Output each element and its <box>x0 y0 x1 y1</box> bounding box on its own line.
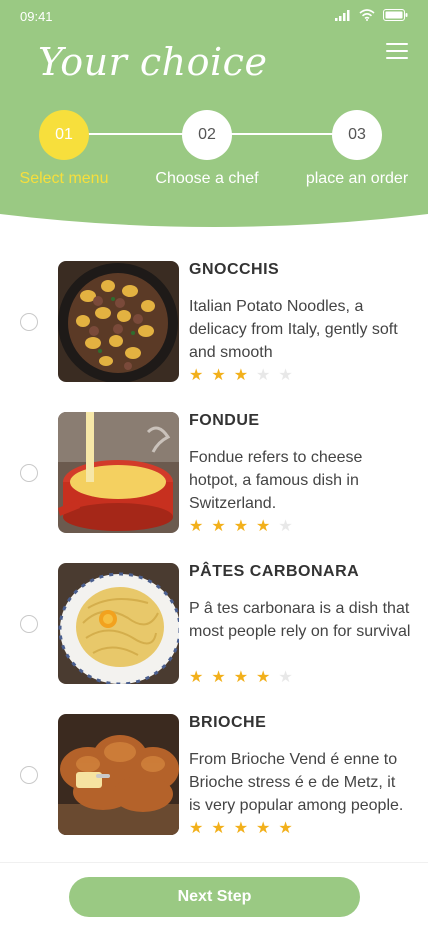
dish-item[interactable]: GNOCCHIS Italian Potato Noodles, a delic… <box>0 261 428 391</box>
star-filled-icon: ★ <box>189 820 204 837</box>
star-empty-icon: ★ <box>256 367 271 384</box>
star-empty-icon: ★ <box>278 367 293 384</box>
status-bar: 09:41 <box>0 0 428 32</box>
dish-radio[interactable] <box>20 766 38 784</box>
dish-item[interactable]: PÂTES CARBONARA P â tes carbonara is a d… <box>0 563 428 693</box>
star-filled-icon: ★ <box>256 669 271 686</box>
footer: Next Step <box>0 862 428 926</box>
step-2-label: Choose a chef <box>155 170 259 187</box>
star-filled-icon: ★ <box>233 518 249 535</box>
step-2-indicator[interactable]: 02 <box>182 110 232 160</box>
star-filled-icon: ★ <box>211 518 226 535</box>
dish-name: FONDUE <box>189 412 260 429</box>
status-time: 09:41 <box>20 9 53 24</box>
step-1-indicator[interactable]: 01 <box>39 110 89 160</box>
hamburger-icon <box>386 43 408 45</box>
star-filled-icon: ★ <box>256 518 271 535</box>
star-filled-icon: ★ <box>211 820 226 837</box>
dish-description: P â tes carbonara is a dish that most pe… <box>189 600 411 640</box>
step-3-indicator[interactable]: 03 <box>332 110 382 160</box>
dish-name: GNOCCHIS <box>189 261 280 278</box>
rating-stars: ★ ★ ★ ★ ★ <box>189 368 293 384</box>
dish-name: BRIOCHE <box>189 714 267 731</box>
dish-description: Italian Potato Noodles, a delicacy from … <box>189 298 398 361</box>
dish-image-fondue <box>58 412 179 533</box>
dish-name: PÂTES CARBONARA <box>189 563 360 580</box>
dish-description: From Brioche Vend é enne to Brioche stre… <box>189 751 404 814</box>
star-filled-icon: ★ <box>189 518 204 535</box>
battery-icon <box>383 9 408 21</box>
signal-icon <box>335 9 350 21</box>
dish-item[interactable]: FONDUE Fondue refers to cheese hotpot, a… <box>0 412 428 542</box>
dish-image-brioche <box>58 714 179 835</box>
star-filled-icon: ★ <box>189 367 204 384</box>
dish-radio[interactable] <box>20 464 38 482</box>
step-1-label: Select menu <box>19 170 109 187</box>
dish-radio[interactable] <box>20 313 38 331</box>
step-3-label: place an order <box>305 170 409 187</box>
star-filled-icon: ★ <box>233 669 249 686</box>
dish-radio[interactable] <box>20 615 38 633</box>
page-title: Your choice <box>38 40 268 84</box>
star-filled-icon: ★ <box>278 820 293 837</box>
star-filled-icon: ★ <box>211 669 226 686</box>
menu-button[interactable] <box>386 43 408 61</box>
header: 09:41 Your choice 01 02 03 Select menu C… <box>0 0 428 232</box>
star-filled-icon: ★ <box>211 367 226 384</box>
rating-stars: ★ ★ ★ ★ ★ <box>189 670 293 686</box>
dish-description: Fondue refers to cheese hotpot, a famous… <box>189 449 363 512</box>
star-filled-icon: ★ <box>233 367 249 384</box>
star-empty-icon: ★ <box>278 669 293 686</box>
dish-image-carbonara <box>58 563 179 684</box>
star-filled-icon: ★ <box>256 820 271 837</box>
star-filled-icon: ★ <box>233 820 249 837</box>
next-step-button[interactable]: Next Step <box>69 877 360 917</box>
star-filled-icon: ★ <box>189 669 204 686</box>
rating-stars: ★ ★ ★ ★ ★ <box>189 821 293 837</box>
dish-item[interactable]: BRIOCHE From Brioche Vend é enne to Brio… <box>0 714 428 844</box>
rating-stars: ★ ★ ★ ★ ★ <box>189 519 293 535</box>
wifi-icon <box>359 9 375 21</box>
star-empty-icon: ★ <box>278 518 293 535</box>
status-icons <box>335 9 408 21</box>
dish-image-gnocchis <box>58 261 179 382</box>
